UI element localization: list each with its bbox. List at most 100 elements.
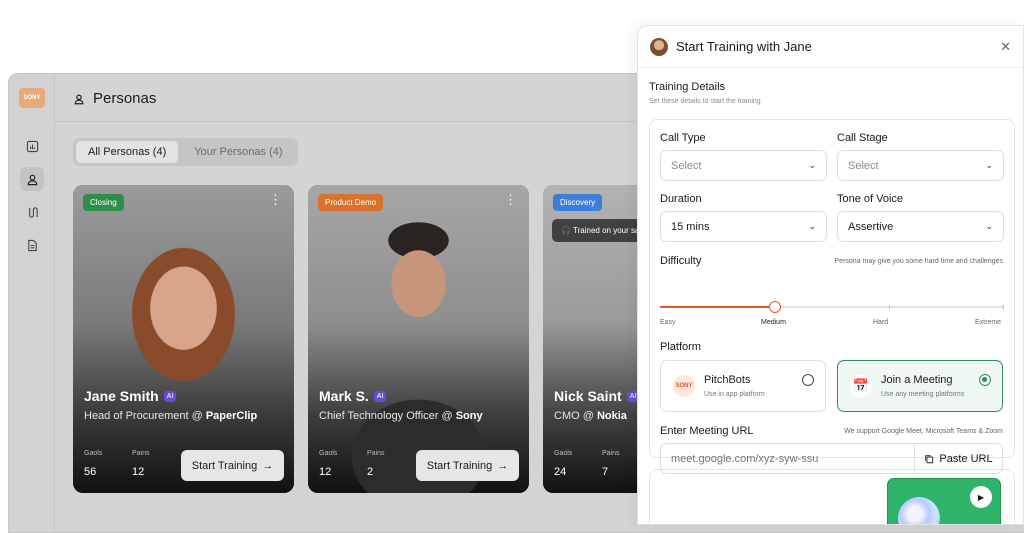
difficulty-fill: [660, 306, 775, 308]
rail-personas-button[interactable]: [20, 167, 44, 191]
role-text: Head of Procurement @: [84, 410, 206, 422]
platform-option-pitchbots[interactable]: SONY PitchBots Use in app platform: [660, 360, 826, 412]
start-training-button[interactable]: Start Training →: [416, 450, 519, 481]
more-options-icon[interactable]: ⋮: [269, 193, 282, 206]
start-training-panel: Start Training with Jane ✕ Training Deta…: [637, 25, 1024, 525]
level-easy: Easy: [660, 319, 676, 326]
gaols-label: Gaols: [84, 450, 103, 457]
persona-photo: [308, 185, 529, 493]
chart-icon: [26, 140, 38, 152]
level-medium: Medium: [761, 319, 786, 326]
persona-card-jane[interactable]: Closing ⋮ Jane Smith AI Head of Procureme…: [73, 185, 294, 493]
difficulty-hint: Persona may give you some hard time and …: [834, 258, 1003, 265]
ai-badge: AI: [373, 390, 387, 402]
duration-value: 15 mins: [671, 220, 710, 233]
chevron-down-icon: ⌄: [808, 160, 816, 170]
trained-badge: 🎧 Trained on your sa: [552, 219, 649, 242]
gaols-label: Gaols: [554, 450, 573, 457]
chevron-down-icon: ⌄: [985, 160, 993, 170]
call-stage-select[interactable]: Select ⌄: [837, 150, 1004, 181]
call-type-label: Call Type: [660, 132, 706, 144]
company-text: Nokia: [596, 410, 627, 422]
panel-header: Start Training with Jane: [638, 26, 1023, 68]
pains-label: Pains: [132, 450, 150, 457]
difficulty-label: Difficulty: [660, 255, 702, 267]
platform-sub: Use in app platform: [704, 391, 765, 398]
route-icon: [28, 206, 38, 218]
orb-graphic: [898, 497, 940, 524]
panel-title: Start Training with Jane: [676, 39, 812, 54]
difficulty-handle[interactable]: [769, 301, 781, 313]
side-rail: SONY: [9, 74, 55, 532]
user-icon: [27, 174, 37, 185]
duration-select[interactable]: 15 mins ⌄: [660, 211, 827, 242]
persona-name-text: Jane Smith: [84, 388, 159, 404]
url-hint: We support Google Meet, Microsoft Teams …: [844, 428, 1003, 435]
radio-button-selected[interactable]: [979, 374, 991, 386]
gaols-value: 12: [319, 466, 332, 478]
duration-label: Duration: [660, 193, 702, 205]
start-training-button[interactable]: Start Training →: [181, 450, 284, 481]
persona-tabs: All Personas (4) Your Personas (4): [73, 138, 298, 166]
persona-name: Mark S. AI: [319, 388, 387, 404]
persona-name: Nick Saint AI: [554, 388, 640, 404]
role-text: CMO @: [554, 410, 597, 422]
rail-analytics-button[interactable]: [20, 134, 44, 158]
persona-role: Head of Procurement @ PaperClip: [84, 410, 257, 422]
training-form: Call Type Select ⌄ Call Stage Select ⌄ Dur…: [649, 119, 1015, 474]
chevron-down-icon: ⌄: [985, 221, 993, 231]
pains-value: 7: [602, 466, 609, 478]
slider-tick: [889, 305, 890, 309]
radio-button[interactable]: [802, 374, 814, 386]
gaols-label: Gaols: [319, 450, 338, 457]
persona-name-text: Nick Saint: [554, 388, 622, 404]
persona-card-mark[interactable]: Product Demo ⋮ Mark S. AI Chief Technolog…: [308, 185, 529, 493]
user-icon: [74, 94, 84, 104]
card-tag: Closing: [83, 194, 124, 211]
rail-docs-button[interactable]: [20, 233, 44, 257]
page-title-text: Personas: [93, 90, 157, 107]
tone-value: Assertive: [848, 220, 894, 233]
call-stage-label: Call Stage: [837, 132, 888, 144]
document-icon: [27, 239, 37, 251]
company-text: Sony: [455, 410, 483, 422]
brand-logo[interactable]: SONY: [19, 88, 45, 108]
section-title: Training Details: [649, 81, 726, 93]
chevron-down-icon: ⌄: [808, 221, 816, 231]
avatar: [650, 37, 668, 56]
start-training-label: Start Training: [426, 459, 493, 472]
platform-option-meeting[interactable]: 📅 Join a Meeting Use any meeting platfor…: [837, 360, 1003, 412]
tab-your-personas[interactable]: Your Personas (4): [182, 141, 294, 163]
rail-flows-button[interactable]: [20, 200, 44, 224]
close-icon[interactable]: ✕: [1000, 39, 1011, 55]
pitchbots-logo-icon: SONY: [673, 375, 695, 397]
platform-name: PitchBots: [704, 374, 751, 386]
section-subtitle: Set these details to start the training: [649, 98, 761, 105]
persona-name: Jane Smith AI: [84, 388, 177, 404]
paste-url-label: Paste URL: [939, 452, 993, 465]
card-tag: Discovery: [553, 194, 603, 211]
ai-badge: AI: [163, 390, 177, 402]
play-icon[interactable]: ▶: [970, 486, 992, 508]
url-label: Enter Meeting URL: [660, 425, 754, 437]
platform-label: Platform: [660, 341, 701, 353]
card-tag: Product Demo: [318, 194, 384, 211]
headphones-icon: 🎧: [561, 226, 571, 235]
tab-all-personas[interactable]: All Personas (4): [76, 141, 179, 163]
page-title: Personas: [73, 90, 156, 107]
platform-sub: Use any meeting platforms: [881, 391, 965, 398]
more-options-icon[interactable]: ⋮: [504, 193, 517, 206]
video-preview[interactable]: ▶: [887, 478, 1001, 524]
slider-tick: [1003, 305, 1004, 309]
arrow-right-icon: →: [262, 459, 274, 472]
difficulty-slider[interactable]: [660, 301, 1004, 313]
start-training-label: Start Training: [191, 459, 258, 472]
tone-select[interactable]: Assertive ⌄: [837, 211, 1004, 242]
arrow-right-icon: →: [497, 459, 509, 472]
persona-name-text: Mark S.: [319, 388, 369, 404]
persona-role: Chief Technology Officer @ Sony: [319, 410, 483, 422]
call-type-select[interactable]: Select ⌄: [660, 150, 827, 181]
call-type-value: Select: [671, 159, 702, 172]
pains-label: Pains: [602, 450, 620, 457]
company-text: PaperClip: [205, 410, 258, 422]
